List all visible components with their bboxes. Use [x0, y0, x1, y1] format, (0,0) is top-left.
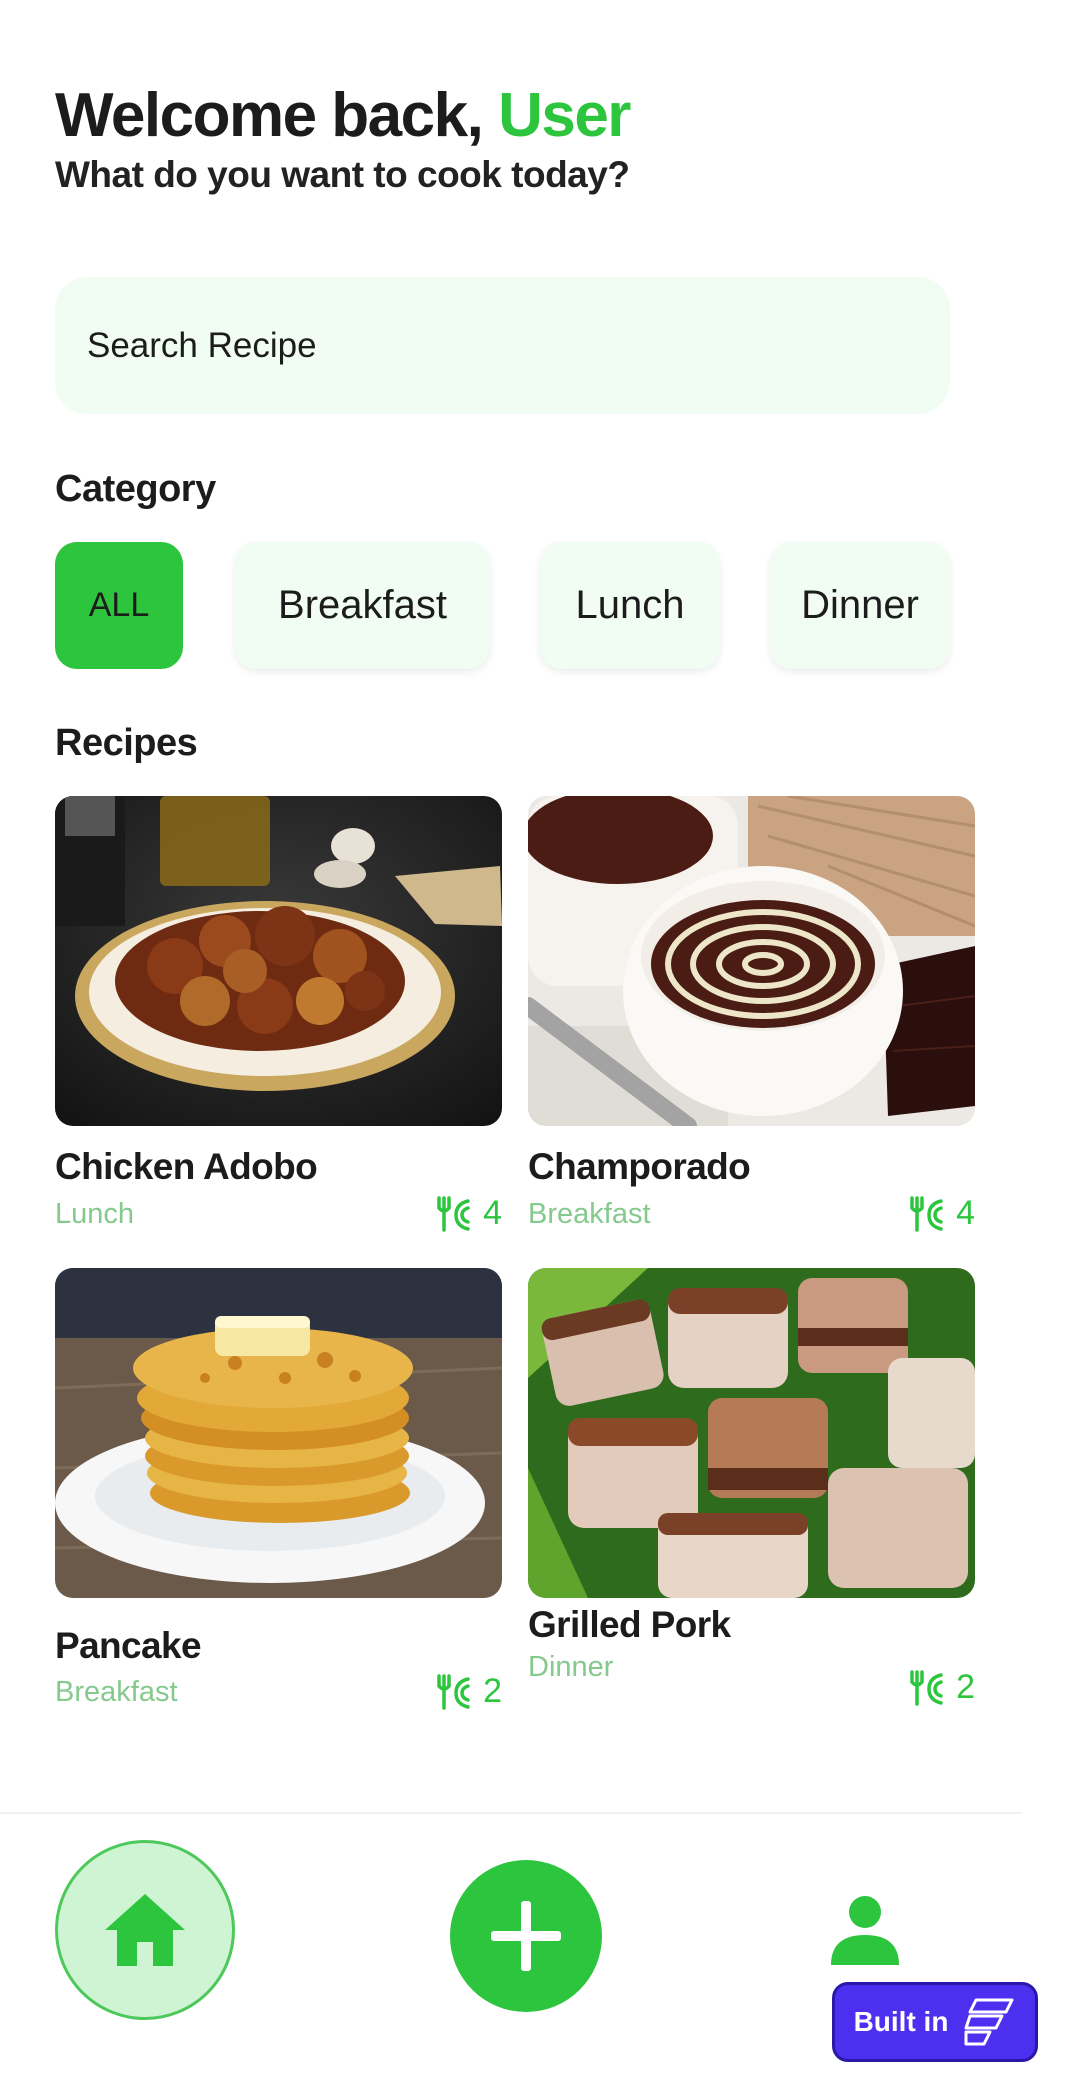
category-title: Category: [55, 468, 216, 510]
recipe-name: Chicken Adobo: [55, 1146, 318, 1187]
recipe-image-champorado: [528, 796, 975, 1126]
welcome-prefix: Welcome back,: [55, 81, 499, 150]
servings-count: 4: [956, 1194, 975, 1232]
recipe-card[interactable]: Grilled Pork Dinner 2: [528, 1268, 975, 1708]
nav-profile-button[interactable]: [825, 1890, 905, 1970]
add-icon: [491, 1901, 561, 1971]
utensils-icon: [437, 1195, 470, 1232]
recipes-title: Recipes: [55, 722, 198, 764]
recipe-servings: 4: [433, 1194, 502, 1233]
nav-divider: [0, 1812, 1022, 1814]
nav-home-button[interactable]: [55, 1840, 235, 2020]
built-in-label: Built in: [853, 2006, 949, 2037]
utensils-icon: [910, 1195, 943, 1232]
built-in-badge[interactable]: Built in: [832, 1982, 1038, 2062]
recipe-category: Dinner: [528, 1651, 614, 1683]
recipe-image-pancake: [55, 1268, 502, 1598]
servings-count: 2: [956, 1668, 975, 1706]
home-icon: [105, 1894, 185, 1966]
category-chip-all[interactable]: ALL: [55, 542, 183, 669]
category-chip-lunch[interactable]: Lunch: [540, 542, 720, 669]
welcome-title: Welcome back, User: [55, 80, 631, 152]
utensils-icon: [910, 1669, 943, 1706]
recipe-category: Breakfast: [528, 1198, 651, 1230]
recipe-card[interactable]: Pancake Breakfast 2: [55, 1268, 502, 1711]
search-bar[interactable]: [55, 277, 950, 414]
page-subtitle: What do you want to cook today?: [55, 154, 630, 195]
builder-logo-icon: [964, 1998, 1014, 2046]
recipe-category: Lunch: [55, 1198, 135, 1230]
category-chip-breakfast[interactable]: Breakfast: [235, 542, 490, 669]
recipe-card[interactable]: Chicken Adobo Lunch 4: [55, 796, 502, 1236]
recipe-category: Breakfast: [55, 1676, 178, 1708]
servings-count: 2: [483, 1672, 502, 1710]
recipe-name: Grilled Pork: [528, 1604, 731, 1645]
servings-count: 4: [483, 1194, 502, 1232]
search-input[interactable]: [87, 325, 950, 366]
recipe-image-chicken-adobo: [55, 796, 502, 1126]
profile-icon: [831, 1896, 899, 1965]
recipe-servings: 4: [906, 1194, 975, 1233]
nav-add-button[interactable]: [450, 1860, 602, 2012]
recipe-card[interactable]: Champorado Breakfast 4: [528, 796, 975, 1236]
utensils-icon: [437, 1673, 470, 1710]
recipe-servings: 2: [906, 1668, 975, 1707]
header: Welcome back, User What do you want to c…: [55, 80, 631, 196]
recipe-servings: 2: [433, 1672, 502, 1711]
recipe-name: Pancake: [55, 1625, 202, 1666]
recipe-name: Champorado: [528, 1146, 751, 1187]
user-name: User: [498, 81, 631, 150]
category-chip-dinner[interactable]: Dinner: [770, 542, 950, 669]
recipe-image-grilled-pork: [528, 1268, 975, 1598]
